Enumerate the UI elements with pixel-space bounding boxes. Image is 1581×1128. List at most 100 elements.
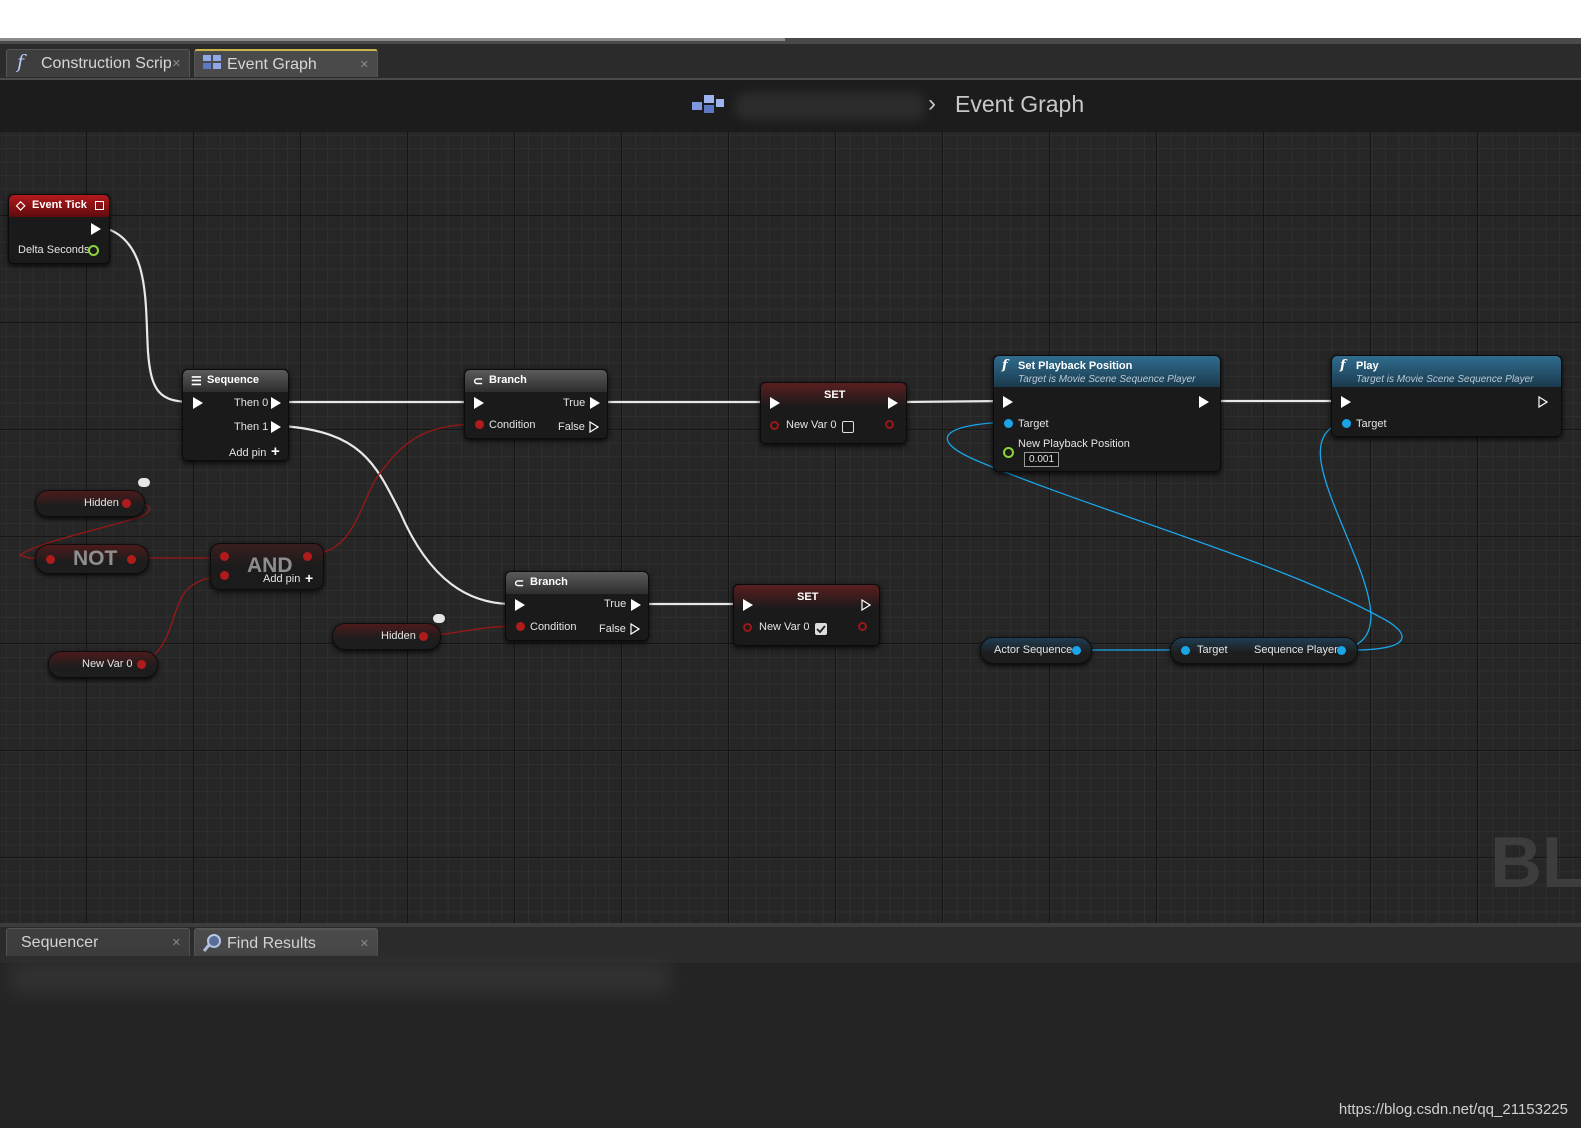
bool-output-pin[interactable] — [419, 632, 428, 641]
graph-canvas[interactable]: ◇ Event Tick Delta Seconds ☰ Sequence Th… — [0, 132, 1581, 923]
add-pin-button[interactable]: Add pin — [229, 447, 266, 459]
actor-sequence-getter-node[interactable]: Actor Sequence — [980, 637, 1092, 664]
node-title: Branch — [530, 576, 568, 588]
bool-output-pin[interactable] — [858, 622, 867, 631]
object-output-pin[interactable] — [1337, 646, 1346, 655]
exec-input-pin[interactable] — [193, 397, 203, 409]
pin-label: False — [599, 623, 626, 635]
set-playback-position-node[interactable]: f Set Playback Position Target is Movie … — [993, 355, 1221, 472]
exec-output-pin[interactable] — [271, 397, 281, 409]
checkmark-icon — [816, 625, 826, 634]
object-input-pin[interactable] — [1342, 419, 1351, 428]
pin-label: Then 1 — [234, 421, 269, 433]
pin-label: True — [563, 397, 586, 409]
plus-icon[interactable]: + — [271, 443, 280, 460]
set-variable-node[interactable]: SET New Var 0 — [733, 584, 880, 646]
hidden-getter-node[interactable]: Hidden — [35, 490, 145, 517]
title-bar-area — [0, 0, 1581, 38]
tab-event-graph[interactable]: Event Graph ✕ — [194, 49, 378, 77]
tab-label: Construction Scrip — [41, 55, 171, 72]
redacted-content — [10, 963, 670, 993]
sequence-node[interactable]: ☰ Sequence Then 0 Then 1 Add pin + — [182, 369, 289, 461]
exec-input-pin[interactable] — [770, 397, 780, 409]
event-diamond-icon: ◇ — [16, 198, 26, 212]
exec-input-pin[interactable] — [1003, 396, 1013, 408]
exec-input-pin[interactable] — [474, 397, 484, 409]
close-icon[interactable]: ✕ — [360, 58, 369, 71]
object-wire — [1319, 421, 1372, 651]
exec-input-pin[interactable] — [1341, 396, 1351, 408]
cloud-icon — [138, 478, 150, 487]
exec-output-pin[interactable] — [1538, 396, 1548, 408]
play-node[interactable]: f Play Target is Movie Scene Sequence Pl… — [1331, 355, 1562, 437]
pin-label: New Playback Position — [1018, 438, 1130, 450]
sequence-icon: ☰ — [191, 374, 202, 388]
branch-node[interactable]: ⊂ Branch True Condition False — [464, 369, 608, 439]
breadcrumb-current[interactable]: Event Graph — [955, 91, 1084, 118]
plus-icon[interactable]: + — [305, 570, 313, 586]
value-checkbox[interactable] — [842, 421, 854, 433]
bool-input-pin[interactable] — [220, 552, 229, 561]
blueprint-icon — [692, 92, 724, 121]
pin-label: New Var 0 — [82, 658, 133, 670]
and-operator-node[interactable]: AND Add pin + — [210, 543, 324, 590]
bool-input-pin[interactable] — [220, 571, 229, 580]
exec-output-pin[interactable] — [271, 421, 281, 433]
exec-output-pin[interactable] — [590, 397, 600, 409]
object-input-pin[interactable] — [1181, 646, 1190, 655]
close-icon[interactable]: ✕ — [360, 937, 369, 950]
exec-input-pin[interactable] — [743, 599, 753, 611]
tab-construction-script[interactable]: f Construction Scrip ✕ — [6, 49, 190, 77]
exec-output-pin[interactable] — [631, 599, 641, 611]
playback-position-input[interactable]: 0.001 — [1024, 452, 1059, 467]
bool-input-pin[interactable] — [770, 421, 779, 430]
hidden-getter-node[interactable]: Hidden — [332, 623, 441, 650]
node-title: SET — [824, 389, 846, 401]
new-var-getter-node[interactable]: New Var 0 — [48, 651, 158, 678]
exec-output-pin[interactable] — [630, 623, 640, 635]
pin-label: Hidden — [84, 497, 119, 509]
value-checkbox[interactable] — [815, 623, 827, 635]
exec-wire — [104, 226, 193, 404]
branch-node[interactable]: ⊂ Branch True Condition False — [505, 571, 649, 641]
node-subtitle: Target is Movie Scene Sequence Player — [1356, 374, 1534, 385]
sequence-player-getter-node[interactable]: Target Sequence Player — [1170, 637, 1358, 664]
event-graph-icon — [203, 54, 223, 75]
tab-find-results[interactable]: Find Results ✕ — [194, 928, 378, 956]
bool-output-pin[interactable] — [303, 552, 312, 561]
function-icon: f — [17, 51, 25, 73]
cloud-icon — [433, 614, 445, 623]
bool-output-pin[interactable] — [127, 555, 136, 564]
exec-input-pin[interactable] — [515, 599, 525, 611]
exec-output-pin[interactable] — [1199, 396, 1209, 408]
bool-input-pin[interactable] — [743, 623, 752, 632]
blueprint-watermark: BLU — [1490, 823, 1581, 903]
event-tick-node[interactable]: ◇ Event Tick Delta Seconds — [8, 194, 110, 264]
bool-output-pin[interactable] — [122, 499, 131, 508]
pin-label: New Var 0 — [786, 419, 837, 431]
bool-input-pin[interactable] — [475, 420, 484, 429]
set-variable-node[interactable]: SET New Var 0 — [760, 382, 907, 444]
exec-output-pin[interactable] — [888, 397, 898, 409]
pin-label: Hidden — [381, 630, 416, 642]
object-input-pin[interactable] — [1004, 419, 1013, 428]
bool-output-pin[interactable] — [885, 420, 894, 429]
exec-output-pin[interactable] — [861, 599, 871, 611]
bool-output-pin[interactable] — [137, 660, 146, 669]
tab-sequencer[interactable]: Sequencer ✕ — [6, 928, 190, 956]
close-icon[interactable]: ✕ — [172, 936, 181, 949]
float-output-pin[interactable] — [88, 245, 99, 256]
chevron-right-icon: › — [928, 90, 936, 117]
float-input-pin[interactable] — [1003, 447, 1014, 458]
close-icon[interactable]: ✕ — [172, 57, 181, 70]
add-pin-button[interactable]: Add pin — [263, 573, 300, 585]
bool-input-pin[interactable] — [46, 555, 55, 564]
function-icon: f — [1002, 358, 1008, 373]
exec-output-pin[interactable] — [91, 223, 101, 235]
node-title: Branch — [489, 374, 527, 386]
not-operator-node[interactable]: NOT — [35, 544, 149, 574]
exec-output-pin[interactable] — [589, 421, 599, 433]
object-output-pin[interactable] — [1072, 646, 1081, 655]
bool-input-pin[interactable] — [516, 622, 525, 631]
blueprint-name-redacted — [735, 92, 925, 120]
